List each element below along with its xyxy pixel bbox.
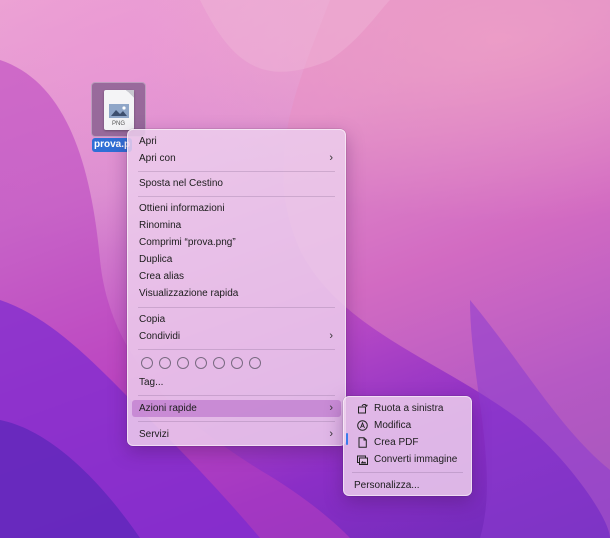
menu-item-label: Crea alias — [139, 271, 185, 282]
tag-color-dot[interactable] — [177, 357, 189, 369]
menu-item-tags[interactable]: Tag... — [132, 374, 341, 391]
menu-item-quick-look[interactable]: Visualizzazione rapida — [132, 285, 341, 302]
convert-image-icon — [357, 455, 368, 465]
chevron-right-icon: › — [329, 428, 333, 440]
file-type-label: PNG — [111, 120, 125, 127]
submenu-item-customize[interactable]: Personalizza... — [348, 477, 467, 494]
menu-divider — [138, 349, 335, 350]
submenu-divider — [352, 472, 463, 473]
menu-item-move-to-trash[interactable]: Sposta nel Cestino — [132, 175, 341, 192]
submenu-item-create-pdf[interactable]: Crea PDF — [348, 434, 467, 451]
chevron-right-icon: › — [329, 402, 333, 414]
context-menu: Apri Apri con › Sposta nel Cestino Ottien… — [127, 129, 346, 446]
tag-color-dot[interactable] — [231, 357, 243, 369]
chevron-right-icon: › — [329, 330, 333, 342]
menu-item-label: Copia — [139, 314, 166, 325]
pdf-document-icon — [358, 437, 367, 448]
submenu-item-label: Crea PDF — [374, 437, 419, 448]
menu-item-make-alias[interactable]: Crea alias — [132, 268, 341, 285]
menu-item-label: Servizi — [139, 429, 170, 440]
tag-color-dot[interactable] — [213, 357, 225, 369]
submenu-item-label: Converti immagine — [374, 454, 458, 465]
menu-item-open[interactable]: Apri — [132, 133, 341, 150]
submenu-item-label: Ruota a sinistra — [374, 403, 444, 414]
submenu-item-label: Modifica — [374, 420, 412, 431]
submenu-item-label: Personalizza... — [354, 480, 420, 491]
submenu-item-markup[interactable]: Modifica — [348, 417, 467, 434]
markup-icon — [357, 420, 368, 431]
chevron-right-icon: › — [329, 152, 333, 164]
menu-item-label: Azioni rapide — [139, 403, 197, 414]
menu-item-rename[interactable]: Rinomina — [132, 217, 341, 234]
image-thumbnail-icon — [108, 103, 129, 118]
tag-color-dot[interactable] — [141, 357, 153, 369]
quick-actions-submenu: Ruota a sinistra Modifica Crea PDF Conve… — [343, 396, 472, 496]
menu-item-label: Apri con — [139, 153, 176, 164]
menu-item-share[interactable]: Condividi › — [132, 328, 341, 345]
png-file-icon: PNG — [103, 89, 134, 130]
menu-item-label: Comprimi “prova.png” — [139, 237, 236, 248]
menu-divider — [138, 395, 335, 396]
submenu-item-convert-image[interactable]: Converti immagine — [348, 451, 467, 468]
menu-divider — [138, 171, 335, 172]
menu-item-label: Tag... — [139, 377, 164, 388]
menu-item-label: Condividi — [139, 331, 181, 342]
menu-item-quick-actions[interactable]: Azioni rapide › — [132, 400, 341, 417]
menu-item-open-with[interactable]: Apri con › — [132, 150, 341, 167]
menu-item-label: Ottieni informazioni — [139, 203, 225, 214]
menu-item-copy[interactable]: Copia — [132, 311, 341, 328]
menu-item-label: Duplica — [139, 254, 173, 265]
tag-color-dot[interactable] — [249, 357, 261, 369]
menu-item-services[interactable]: Servizi › — [132, 426, 341, 443]
menu-item-label: Sposta nel Cestino — [139, 178, 223, 189]
menu-divider — [138, 196, 335, 197]
menu-item-compress[interactable]: Comprimi “prova.png” — [132, 234, 341, 251]
tag-color-picker — [141, 357, 261, 369]
submenu-item-rotate-left[interactable]: Ruota a sinistra — [348, 400, 467, 417]
rotate-left-icon — [358, 404, 368, 414]
menu-divider — [138, 307, 335, 308]
menu-item-label: Rinomina — [139, 220, 182, 231]
menu-item-duplicate[interactable]: Duplica — [132, 251, 341, 268]
tag-color-dot[interactable] — [195, 357, 207, 369]
menu-divider — [138, 421, 335, 422]
text-cursor-indicator — [346, 433, 348, 445]
menu-item-label: Visualizzazione rapida — [139, 288, 239, 299]
menu-item-get-info[interactable]: Ottieni informazioni — [132, 200, 341, 217]
tag-color-dot[interactable] — [159, 357, 171, 369]
menu-item-label: Apri — [139, 136, 157, 147]
